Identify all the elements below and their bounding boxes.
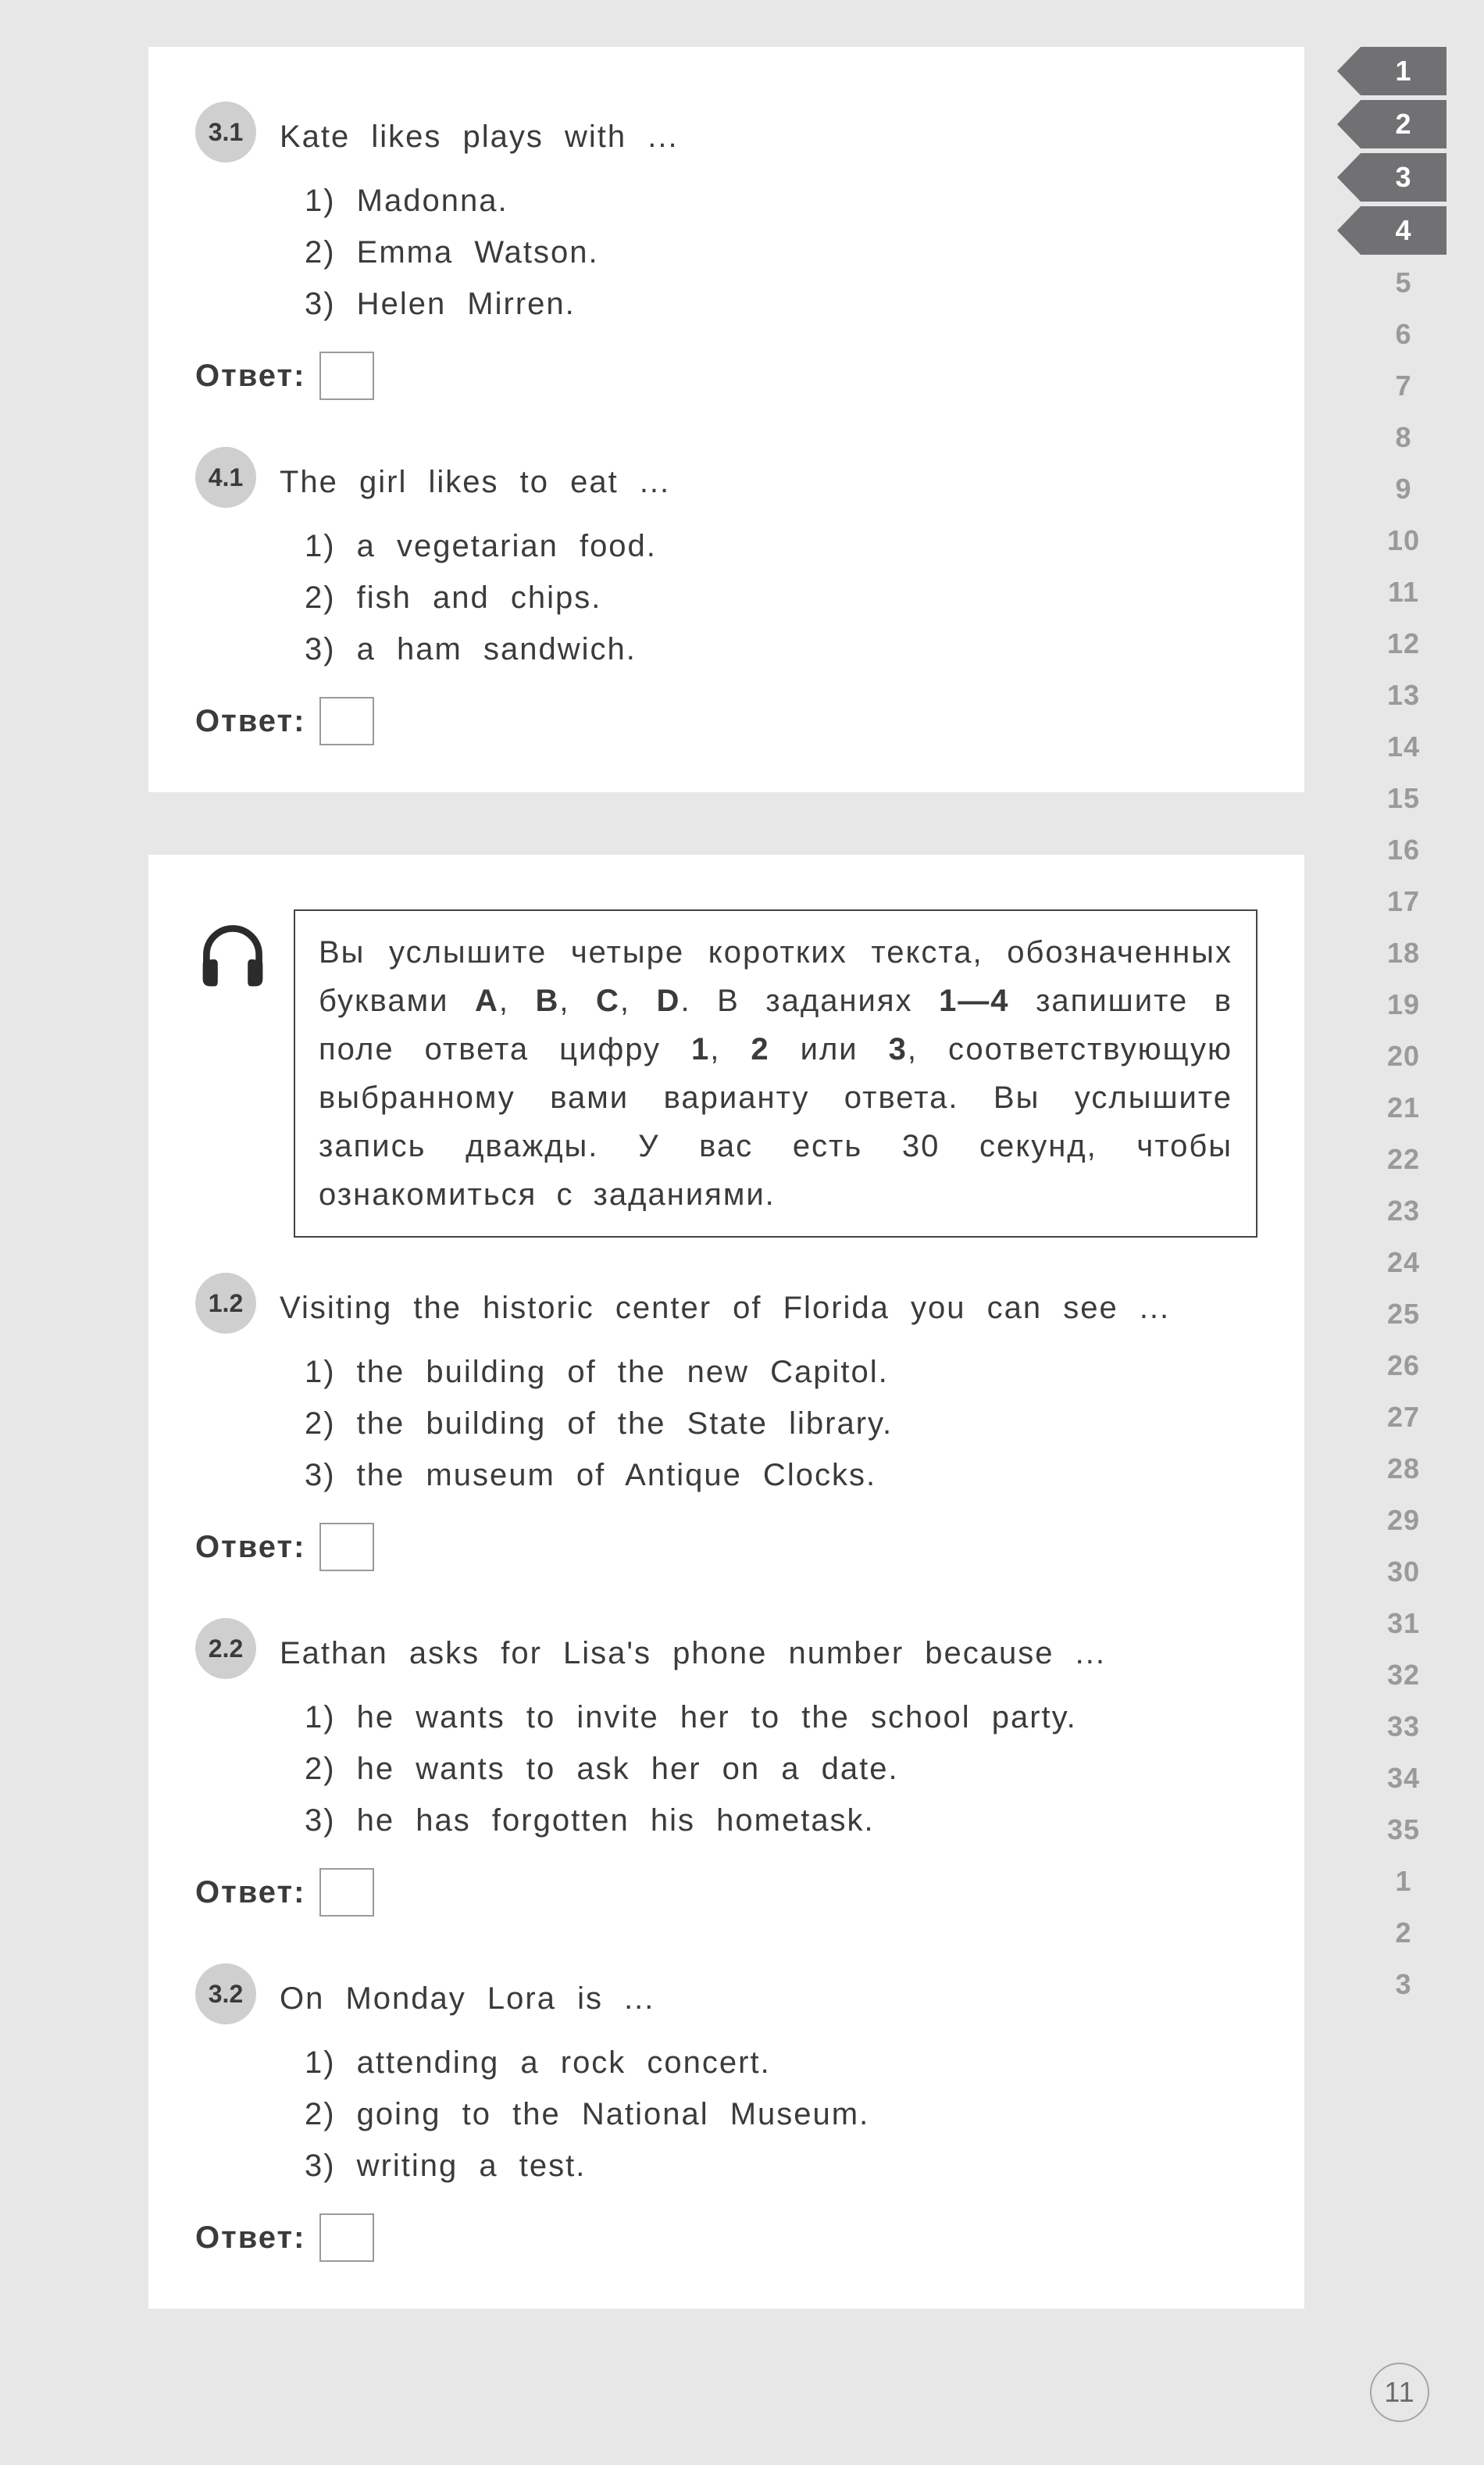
option-2: 2) he wants to ask her on a date. bbox=[305, 1745, 1257, 1793]
option-1: 1) the building of the new Capitol. bbox=[305, 1348, 1257, 1396]
answer-input[interactable] bbox=[319, 1523, 374, 1571]
question-stem: On Monday Lora is ... bbox=[280, 1963, 655, 2023]
question-2-2: 2.2 Eathan asks for Lisa's phone number … bbox=[195, 1618, 1257, 1917]
nav-tab-25[interactable]: 25 bbox=[1361, 1291, 1447, 1338]
page-index-nav: 1234567891011121314151617181920212223242… bbox=[1361, 47, 1447, 2011]
answer-row: Ответ: bbox=[195, 2213, 1257, 2262]
nav-tab-13[interactable]: 13 bbox=[1361, 672, 1447, 719]
answer-input[interactable] bbox=[319, 352, 374, 400]
instruction-box: Вы услышите четыре коротких текста, обоз… bbox=[294, 909, 1257, 1238]
question-number-badge: 4.1 bbox=[195, 447, 256, 508]
answer-input[interactable] bbox=[319, 1868, 374, 1917]
nav-tab-11[interactable]: 11 bbox=[1361, 569, 1447, 616]
question-number-badge: 1.2 bbox=[195, 1273, 256, 1334]
answer-input[interactable] bbox=[319, 697, 374, 745]
nav-tab-20[interactable]: 20 bbox=[1361, 1033, 1447, 1080]
answer-label: Ответ: bbox=[195, 704, 305, 739]
nav-tab-23[interactable]: 23 bbox=[1361, 1188, 1447, 1234]
page: 3.1 Kate likes plays with ... 1) Madonna… bbox=[0, 0, 1484, 2465]
question-3-1: 3.1 Kate likes plays with ... 1) Madonna… bbox=[195, 102, 1257, 400]
nav-tab-7[interactable]: 7 bbox=[1361, 363, 1447, 409]
answer-row: Ответ: bbox=[195, 1523, 1257, 1571]
nav-tab-9[interactable]: 9 bbox=[1361, 466, 1447, 513]
nav-tab-14[interactable]: 14 bbox=[1361, 723, 1447, 770]
option-3: 3) a ham sandwich. bbox=[305, 625, 1257, 673]
nav-tab-24[interactable]: 24 bbox=[1361, 1239, 1447, 1286]
question-options: 1) he wants to invite her to the school … bbox=[305, 1693, 1257, 1845]
question-stem: Eathan asks for Lisa's phone number beca… bbox=[280, 1618, 1106, 1677]
nav-tab-15[interactable]: 15 bbox=[1361, 775, 1447, 822]
nav-tab-35[interactable]: 35 bbox=[1361, 1806, 1447, 1853]
answer-row: Ответ: bbox=[195, 697, 1257, 745]
nav-tab-3[interactable]: 3 bbox=[1361, 153, 1447, 202]
answer-label: Ответ: bbox=[195, 1530, 305, 1565]
nav-tab-19[interactable]: 19 bbox=[1361, 981, 1447, 1028]
question-options: 1) attending a rock concert. 2) going to… bbox=[305, 2038, 1257, 2190]
option-2: 2) the building of the State library. bbox=[305, 1399, 1257, 1448]
question-number-badge: 3.1 bbox=[195, 102, 256, 163]
answer-row: Ответ: bbox=[195, 352, 1257, 400]
nav-tab-32[interactable]: 32 bbox=[1361, 1652, 1447, 1699]
question-stem: Kate likes plays with ... bbox=[280, 102, 679, 161]
instruction-row: Вы услышите четыре коротких текста, обоз… bbox=[195, 909, 1257, 1238]
answer-label: Ответ: bbox=[195, 359, 305, 394]
option-1: 1) a vegetarian food. bbox=[305, 522, 1257, 570]
card-top: 3.1 Kate likes plays with ... 1) Madonna… bbox=[148, 47, 1304, 792]
headphones-icon bbox=[195, 909, 270, 996]
question-number-badge: 2.2 bbox=[195, 1618, 256, 1679]
nav-tab-31[interactable]: 31 bbox=[1361, 1600, 1447, 1647]
nav-tab-16[interactable]: 16 bbox=[1361, 827, 1447, 873]
option-3: 3) the museum of Antique Clocks. bbox=[305, 1451, 1257, 1499]
answer-input[interactable] bbox=[319, 2213, 374, 2262]
nav-tab-21[interactable]: 21 bbox=[1361, 1084, 1447, 1131]
nav-tab-5[interactable]: 5 bbox=[1361, 259, 1447, 306]
nav-tab-17[interactable]: 17 bbox=[1361, 878, 1447, 925]
nav-tab-1[interactable]: 1 bbox=[1361, 47, 1447, 95]
nav-tab-30[interactable]: 30 bbox=[1361, 1549, 1447, 1595]
question-stem: Visiting the historic center of Florida … bbox=[280, 1273, 1170, 1332]
answer-label: Ответ: bbox=[195, 2220, 305, 2256]
question-options: 1) the building of the new Capitol. 2) t… bbox=[305, 1348, 1257, 1499]
question-options: 1) a vegetarian food. 2) fish and chips.… bbox=[305, 522, 1257, 673]
question-number-badge: 3.2 bbox=[195, 1963, 256, 2024]
option-3: 3) he has forgotten his hometask. bbox=[305, 1796, 1257, 1845]
nav-tab-2[interactable]: 2 bbox=[1361, 100, 1447, 148]
answer-label: Ответ: bbox=[195, 1875, 305, 1910]
option-2: 2) Emma Watson. bbox=[305, 228, 1257, 277]
option-3: 3) Helen Mirren. bbox=[305, 280, 1257, 328]
nav-tab-27[interactable]: 27 bbox=[1361, 1394, 1447, 1441]
nav-tab-34[interactable]: 34 bbox=[1361, 1755, 1447, 1802]
nav-tab-18[interactable]: 18 bbox=[1361, 930, 1447, 977]
question-3-2: 3.2 On Monday Lora is ... 1) attending a… bbox=[195, 1963, 1257, 2262]
nav-tab-1[interactable]: 1 bbox=[1361, 1858, 1447, 1905]
nav-tab-33[interactable]: 33 bbox=[1361, 1703, 1447, 1750]
nav-tab-4[interactable]: 4 bbox=[1361, 206, 1447, 255]
nav-tab-12[interactable]: 12 bbox=[1361, 620, 1447, 667]
nav-tab-6[interactable]: 6 bbox=[1361, 311, 1447, 358]
question-4-1: 4.1 The girl likes to eat ... 1) a veget… bbox=[195, 447, 1257, 745]
nav-tab-3[interactable]: 3 bbox=[1361, 1961, 1447, 2008]
nav-tab-2[interactable]: 2 bbox=[1361, 1909, 1447, 1956]
nav-tab-28[interactable]: 28 bbox=[1361, 1445, 1447, 1492]
question-stem: The girl likes to eat ... bbox=[280, 447, 670, 506]
option-2: 2) going to the National Museum. bbox=[305, 2090, 1257, 2138]
question-options: 1) Madonna. 2) Emma Watson. 3) Helen Mir… bbox=[305, 177, 1257, 328]
nav-tab-10[interactable]: 10 bbox=[1361, 517, 1447, 564]
question-1-2: 1.2 Visiting the historic center of Flor… bbox=[195, 1273, 1257, 1571]
card-bottom: Вы услышите четыре коротких текста, обоз… bbox=[148, 855, 1304, 2309]
option-3: 3) writing a test. bbox=[305, 2142, 1257, 2190]
option-1: 1) Madonna. bbox=[305, 177, 1257, 225]
nav-tab-29[interactable]: 29 bbox=[1361, 1497, 1447, 1544]
nav-tab-22[interactable]: 22 bbox=[1361, 1136, 1447, 1183]
option-1: 1) attending a rock concert. bbox=[305, 2038, 1257, 2087]
page-number-badge: 11 bbox=[1370, 2363, 1429, 2422]
option-2: 2) fish and chips. bbox=[305, 573, 1257, 622]
option-1: 1) he wants to invite her to the school … bbox=[305, 1693, 1257, 1742]
nav-tab-26[interactable]: 26 bbox=[1361, 1342, 1447, 1389]
nav-tab-8[interactable]: 8 bbox=[1361, 414, 1447, 461]
answer-row: Ответ: bbox=[195, 1868, 1257, 1917]
